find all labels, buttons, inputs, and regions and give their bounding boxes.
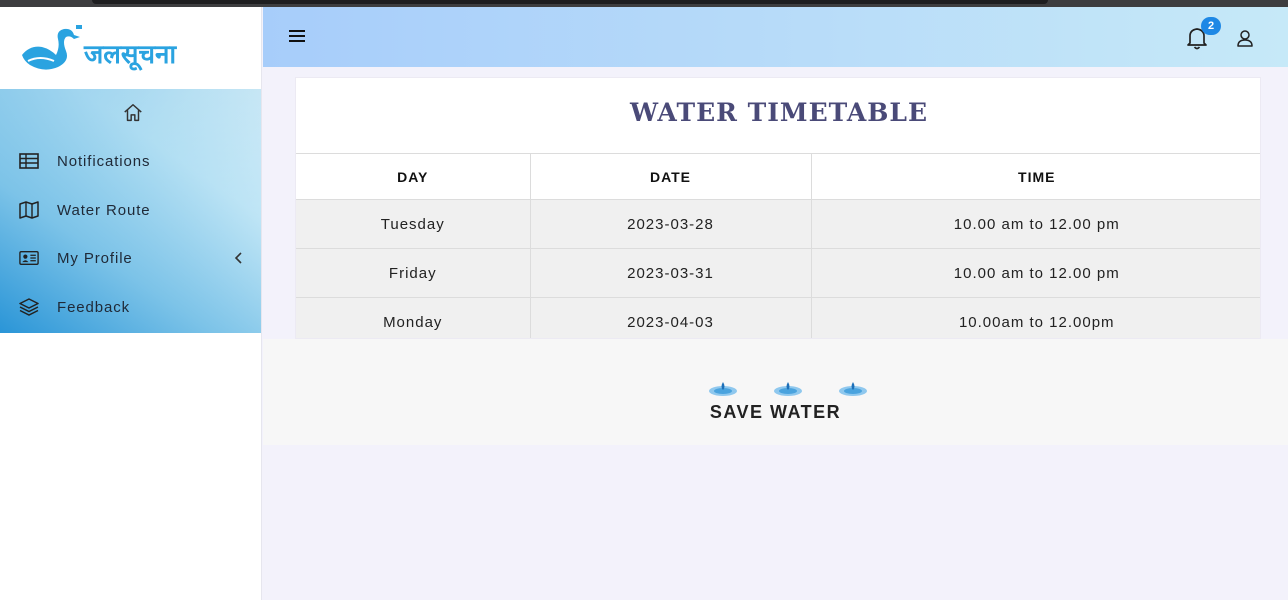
sidebar-item-label: Notifications bbox=[57, 152, 151, 170]
column-header-day: DAY bbox=[296, 153, 531, 200]
page-title: WATER TIMETABLE bbox=[629, 98, 929, 127]
layers-icon bbox=[19, 297, 39, 317]
table-row: Friday 2023-03-31 10.00 am to 12.00 pm bbox=[296, 248, 1260, 298]
sidebar-item-label: Water Route bbox=[57, 201, 151, 219]
id-card-icon bbox=[19, 248, 39, 268]
sidebar-item-water-route[interactable]: Water Route bbox=[0, 190, 262, 230]
cell-date: 2023-04-03 bbox=[529, 297, 812, 338]
brand-name: जलसूचना bbox=[84, 40, 177, 70]
map-icon bbox=[19, 200, 39, 220]
timetable: DAY DATE TIME Tuesday 2023-03-28 10.00 a… bbox=[296, 153, 1260, 338]
swan-logo-icon bbox=[22, 25, 82, 70]
column-header-date: DATE bbox=[529, 153, 812, 200]
table-header-row: DAY DATE TIME bbox=[296, 153, 1260, 200]
top-header: 2 bbox=[263, 7, 1288, 67]
cell-day: Friday bbox=[296, 248, 531, 298]
user-icon[interactable] bbox=[1235, 28, 1255, 48]
sidebar-item-label: Feedback bbox=[57, 298, 131, 316]
cell-time: 10.00am to 12.00pm bbox=[810, 297, 1260, 338]
save-water-slogan: SAVE WATER bbox=[709, 402, 842, 422]
footer: SAVE WATER bbox=[263, 339, 1288, 445]
water-drops-icon bbox=[709, 382, 867, 396]
brand-logo[interactable]: जलसूचना bbox=[0, 7, 261, 89]
hamburger-menu-icon[interactable] bbox=[288, 28, 306, 44]
table-row: Monday 2023-04-03 10.00am to 12.00pm bbox=[296, 297, 1260, 338]
sidebar-item-notifications[interactable]: Notifications bbox=[0, 141, 262, 181]
cell-day: Monday bbox=[296, 297, 531, 338]
table-icon bbox=[19, 151, 39, 171]
column-header-time: TIME bbox=[810, 153, 1260, 200]
sidebar-item-label: My Profile bbox=[57, 249, 133, 267]
sidebar-item-my-profile[interactable]: My Profile bbox=[0, 238, 262, 278]
table-row: Tuesday 2023-03-28 10.00 am to 12.00 pm bbox=[296, 199, 1260, 249]
sidebar-item-feedback[interactable]: Feedback bbox=[0, 287, 262, 327]
sidebar: जलसूचना Notifications Water Route My Pro… bbox=[0, 7, 262, 600]
cell-date: 2023-03-31 bbox=[529, 248, 812, 298]
cell-day: Tuesday bbox=[296, 199, 531, 249]
notification-badge: 2 bbox=[1201, 17, 1221, 35]
cell-time: 10.00 am to 12.00 pm bbox=[810, 199, 1260, 249]
cell-date: 2023-03-28 bbox=[529, 199, 812, 249]
sidebar-menu: Notifications Water Route My Profile Fee… bbox=[0, 89, 261, 333]
window-top-strip bbox=[0, 0, 1288, 7]
home-icon[interactable] bbox=[122, 102, 144, 124]
chevron-left-icon[interactable] bbox=[232, 250, 246, 266]
water-timetable-card: WATER TIMETABLE DAY DATE TIME Tuesday 20… bbox=[295, 77, 1261, 339]
cell-time: 10.00 am to 12.00 pm bbox=[810, 248, 1260, 298]
